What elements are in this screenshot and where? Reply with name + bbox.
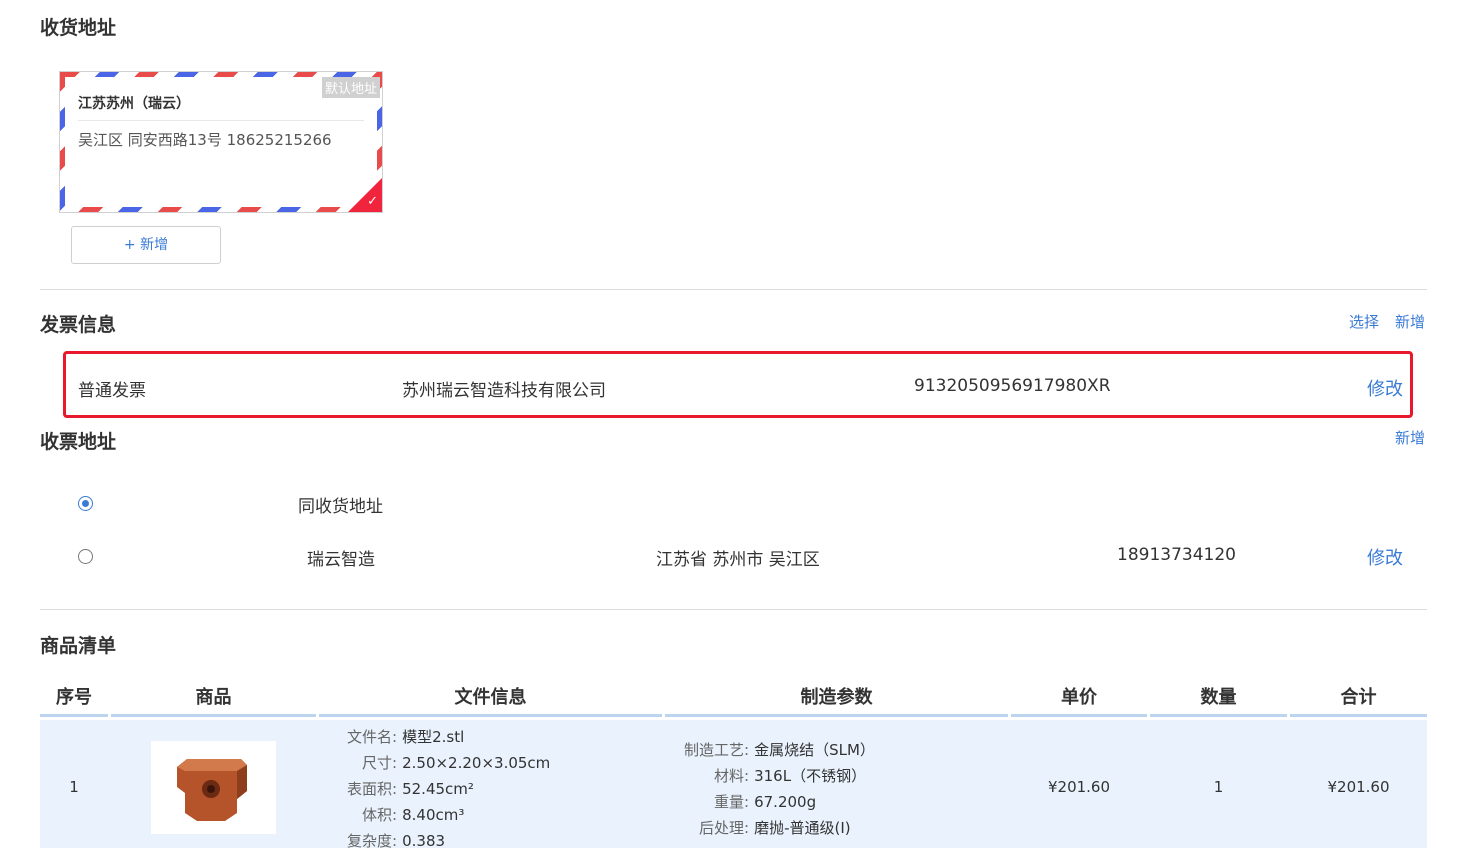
unit-price: ¥201.60 [1047, 778, 1111, 796]
column-header-file-info: 文件信息 [319, 683, 662, 717]
same-as-shipping-label: 同收货地址 [298, 497, 383, 517]
volume-label: 体积: [361, 806, 397, 824]
column-header-product: 商品 [111, 683, 316, 717]
material-label: 材料: [713, 767, 749, 785]
default-address-tag: 默认地址 [321, 77, 380, 98]
surface-area-value: 52.45cm² [402, 780, 474, 798]
address-name: 江苏苏州（瑞云） [78, 96, 190, 112]
volume-value: 8.40cm³ [402, 806, 465, 824]
shipping-section-title: 收货地址 [40, 17, 117, 39]
invoice-row-highlight [63, 351, 1413, 418]
invoice-tax-id: 9132050956917980XR [914, 376, 1111, 396]
material-value: 316L（不锈钢） [754, 767, 867, 785]
divider [40, 609, 1427, 610]
row-total: ¥201.60 [1327, 778, 1390, 796]
complexity-label: 复杂度: [346, 832, 397, 848]
file-name-value: 模型2.stl [402, 728, 465, 746]
select-invoice-link[interactable]: 选择 [1349, 311, 1379, 332]
surface-area-label: 表面积: [346, 780, 397, 798]
column-header-total: 合计 [1290, 683, 1427, 717]
weight-label: 重量: [713, 793, 749, 811]
radio-icon-same-address[interactable] [78, 496, 93, 511]
weight-value: 67.200g [754, 793, 817, 811]
process-label: 制造工艺: [683, 741, 749, 759]
post-process-value: 磨抛-普通级(I) [754, 819, 851, 837]
alt-address-name: 瑞云智造 [307, 550, 375, 570]
file-name-label: 文件名: [346, 728, 397, 746]
invoice-section-title: 发票信息 [40, 314, 117, 336]
invoice-address-title: 收票地址 [40, 431, 117, 453]
product-thumbnail [151, 741, 276, 834]
products-section-title: 商品清单 [40, 635, 117, 657]
quantity: 1 [1213, 778, 1224, 796]
alt-address-phone: 18913734120 [1117, 545, 1236, 565]
post-process-label: 后处理: [698, 819, 749, 837]
add-address-button[interactable]: + 新增 [71, 226, 221, 264]
address-separator [78, 120, 364, 121]
file-size-label: 尺寸: [361, 754, 397, 772]
invoice-company: 苏州瑞云智造科技有限公司 [402, 381, 606, 401]
column-header-params: 制造参数 [665, 683, 1008, 717]
address-detail: 吴江区 同安西路13号 18625215266 [78, 131, 332, 149]
check-icon: ✓ [367, 194, 378, 209]
column-header-unit-price: 单价 [1011, 683, 1147, 717]
process-value: 金属烧结（SLM） [754, 741, 875, 759]
column-header-index: 序号 [40, 683, 108, 717]
radio-icon-alt-address[interactable] [78, 549, 93, 564]
complexity-value: 0.383 [402, 832, 446, 848]
column-header-quantity: 数量 [1150, 683, 1287, 717]
divider [40, 289, 1427, 290]
address-card[interactable]: 江苏苏州（瑞云） 吴江区 同安西路13号 18625215266 默认地址 ✓ [59, 71, 383, 213]
add-invoice-address-link[interactable]: 新增 [1395, 427, 1425, 448]
file-size-value: 2.50×2.20×3.05cm [402, 754, 551, 772]
invoice-type: 普通发票 [78, 381, 146, 401]
edit-alt-address-link[interactable]: 修改 [1367, 544, 1403, 570]
edit-invoice-link[interactable]: 修改 [1367, 375, 1403, 401]
alt-address-region: 江苏省 苏州市 吴江区 [656, 550, 820, 570]
row-index: 1 [69, 778, 79, 796]
add-invoice-link[interactable]: 新增 [1395, 311, 1425, 332]
